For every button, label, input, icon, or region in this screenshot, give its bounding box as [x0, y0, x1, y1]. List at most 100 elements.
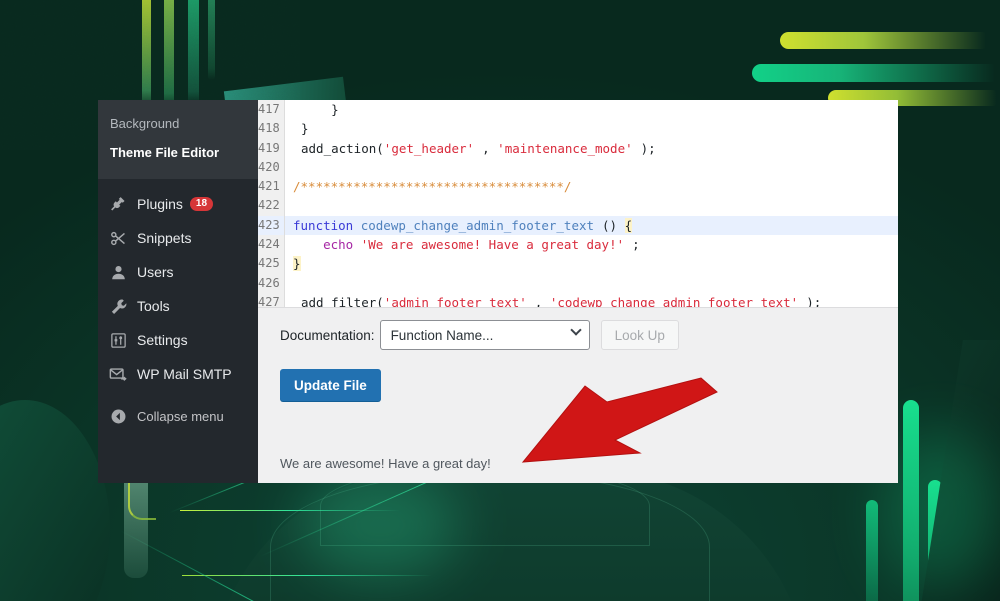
bg-bar-green-mid — [752, 64, 1000, 82]
line-number: 427 — [258, 293, 285, 308]
code-token: ); — [798, 295, 821, 308]
code-line-content: add_action('get_header', 'maintenance_mo… — [285, 139, 656, 158]
code-line[interactable]: 425} — [258, 254, 898, 273]
code-token: add_action( — [293, 141, 384, 156]
code-token: ); — [633, 141, 656, 156]
code-line-content: echo 'We are awesome! Have a great day!'… — [285, 235, 640, 254]
line-number: 423 — [258, 216, 285, 235]
code-token: { — [625, 218, 633, 233]
code-token: ; — [624, 237, 640, 252]
code-token — [293, 276, 301, 291]
code-line-content: function codewp_change_admin_footer_text… — [285, 216, 632, 235]
code-line-content: } — [285, 254, 301, 273]
code-token: /***********************************/ — [293, 179, 571, 194]
code-line-content: } — [285, 100, 339, 119]
bg-bar-neon-right-3 — [866, 500, 878, 601]
red-arrow-shape — [523, 378, 717, 462]
code-line[interactable]: 423function codewp_change_admin_footer_t… — [258, 216, 898, 235]
sidebar-item-settings[interactable]: Settings — [98, 323, 258, 357]
code-token: function — [293, 218, 361, 233]
line-number: 426 — [258, 274, 285, 293]
look-up-button[interactable]: Look Up — [601, 320, 679, 350]
code-line[interactable]: 417 } — [258, 100, 898, 119]
envelope-arrow-icon — [108, 364, 128, 384]
wp-admin-sidebar: Background Theme File Editor Plugins 18 — [98, 100, 258, 483]
code-token: , — [474, 141, 497, 156]
bg-bar-lime-top — [780, 32, 990, 49]
code-line[interactable]: 427add_filter('admin_footer_text', 'code… — [258, 293, 898, 308]
appearance-submenu: Background Theme File Editor — [98, 100, 258, 179]
code-token: add_filter( — [293, 295, 384, 308]
screenshot-root: Background Theme File Editor Plugins 18 — [0, 0, 1000, 601]
sidebar-item-tools-label: Tools — [137, 299, 170, 313]
code-token — [293, 198, 301, 213]
update-file-button[interactable]: Update File — [280, 369, 381, 401]
code-line[interactable]: 419add_action('get_header', 'maintenance… — [258, 139, 898, 158]
sidebar-menu-list: Plugins 18 Snippets — [98, 179, 258, 433]
red-arrow-annotation — [505, 358, 720, 478]
code-token: () — [594, 218, 625, 233]
code-line[interactable]: 421 /***********************************/ — [258, 177, 898, 196]
plug-icon — [108, 194, 128, 214]
sidebar-submenu-background[interactable]: Background — [98, 110, 258, 139]
code-line-content: add_filter('admin_footer_text', 'codewp_… — [285, 293, 821, 308]
chevron-down-icon — [570, 324, 581, 335]
sidebar-item-snippets[interactable]: Snippets — [98, 221, 258, 255]
line-number: 425 — [258, 254, 285, 273]
code-line[interactable]: 426 — [258, 274, 898, 293]
sidebar-item-users-label: Users — [137, 265, 174, 279]
sidebar-collapse-menu-label: Collapse menu — [137, 410, 224, 423]
documentation-row: Documentation: Function Name... Look Up — [258, 308, 898, 350]
code-token: 'codewp_change_admin_footer_text' — [550, 295, 798, 308]
line-number: 420 — [258, 158, 285, 177]
code-token: echo — [293, 237, 361, 252]
bg-glow-right — [880, 430, 1000, 590]
code-line[interactable]: 422 — [258, 196, 898, 215]
admin-footer-text: We are awesome! Have a great day! — [280, 456, 491, 471]
sidebar-item-plugins-label: Plugins — [137, 197, 183, 211]
line-number: 418 — [258, 119, 285, 138]
sidebar-item-tools[interactable]: Tools — [98, 289, 258, 323]
code-token: 'admin_footer_text' — [384, 295, 527, 308]
code-token: 'maintenance_mode' — [497, 141, 632, 156]
documentation-label: Documentation: — [280, 328, 375, 343]
line-number: 424 — [258, 235, 285, 254]
sidebar-item-plugins[interactable]: Plugins 18 — [98, 187, 258, 221]
code-token: codewp_change_admin_footer_text — [361, 218, 594, 233]
bg-lime-curve — [128, 480, 156, 520]
scissors-icon — [108, 228, 128, 248]
code-token: , — [527, 295, 550, 308]
code-token: } — [293, 102, 339, 117]
code-lines-container: 417 }418}419add_action('get_header', 'ma… — [258, 100, 898, 308]
user-icon — [108, 262, 128, 282]
line-number: 419 — [258, 139, 285, 158]
code-token: 'We are awesome! Have a great day!' — [361, 237, 624, 252]
code-line-content — [285, 196, 301, 215]
code-token — [293, 160, 301, 175]
sidebar-item-settings-label: Settings — [137, 333, 188, 347]
chevron-left-circle-icon — [108, 406, 128, 426]
code-token: 'get_header' — [384, 141, 474, 156]
code-line[interactable]: 420 — [258, 158, 898, 177]
line-number: 417 — [258, 100, 285, 119]
code-editor[interactable]: 417 }418}419add_action('get_header', 'ma… — [258, 100, 898, 308]
sidebar-submenu-theme-file-editor[interactable]: Theme File Editor — [98, 139, 258, 168]
sidebar-collapse-menu[interactable]: Collapse menu — [98, 399, 258, 433]
sidebar-item-wp-mail-smtp[interactable]: WP Mail SMTP — [98, 357, 258, 391]
line-number: 421 — [258, 177, 285, 196]
wrench-icon — [108, 296, 128, 316]
sidebar-item-snippets-label: Snippets — [137, 231, 191, 245]
code-line-content: /***********************************/ — [285, 177, 571, 196]
documentation-select[interactable]: Function Name... — [380, 320, 590, 350]
sidebar-item-users[interactable]: Users — [98, 255, 258, 289]
code-line-content — [285, 158, 301, 177]
documentation-select-value: Function Name... — [391, 328, 494, 343]
code-line[interactable]: 424 echo 'We are awesome! Have a great d… — [258, 235, 898, 254]
code-line-content — [285, 274, 301, 293]
line-number: 422 — [258, 196, 285, 215]
sidebar-item-wp-mail-smtp-label: WP Mail SMTP — [137, 367, 232, 381]
sliders-icon — [108, 330, 128, 350]
plugins-update-badge: 18 — [190, 197, 213, 211]
code-token: } — [293, 256, 301, 271]
code-line[interactable]: 418} — [258, 119, 898, 138]
